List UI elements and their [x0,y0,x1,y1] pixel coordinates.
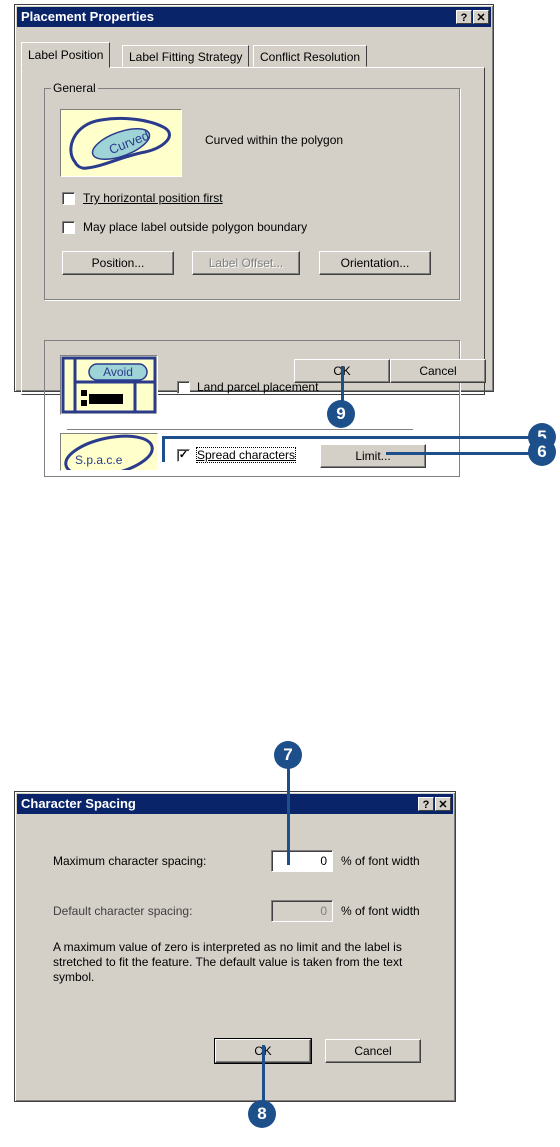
curved-description: Curved within the polygon [205,133,344,147]
character-spacing-window: Character Spacing ? ✕ Maximum character … [14,791,456,1102]
default-spacing-label: Default character spacing: [53,904,193,918]
close-button[interactable]: ✕ [473,10,489,24]
land-parcel-checkbox[interactable] [177,381,190,394]
spacing-close-button[interactable]: ✕ [435,797,451,811]
tab-label-fitting-strategy[interactable]: Label Fitting Strategy [122,45,250,67]
callout-8: 8 [248,1100,276,1128]
max-spacing-input[interactable]: 0 [271,850,333,872]
callout-7: 7 [274,741,302,769]
callout-6: 6 [528,438,556,466]
default-spacing-input[interactable]: 0 [271,900,333,922]
spacing-help-button[interactable]: ? [418,797,434,811]
default-spacing-unit: % of font width [341,904,420,918]
spread-characters-label[interactable]: Spread characters [195,447,297,463]
callout-5-line-v [162,436,165,462]
spacing-cancel-button[interactable]: Cancel [325,1039,421,1063]
cancel-button[interactable]: Cancel [390,359,486,383]
tab-conflict-resolution[interactable]: Conflict Resolution [253,45,368,67]
space-preview-image: S.p.a.c.e [60,433,158,471]
tab-panel: General Curved Curved within the polygon… [21,67,485,477]
placement-properties-window: Placement Properties ? ✕ Label Position … [14,4,494,477]
spread-characters-checkbox[interactable]: ✓ [177,449,190,462]
max-spacing-label: Maximum character spacing: [53,854,207,868]
tab-label-position[interactable]: Label Position [21,42,111,68]
general-legend: General [51,81,98,95]
callout-5-line-h [162,436,532,439]
space-word: S.p.a.c.e [75,453,123,467]
curved-preview-image: Curved [60,109,182,177]
position-button[interactable]: Position... [62,251,174,275]
may-place-outside-label[interactable]: May place label outside polygon boundary [83,220,307,234]
spread-characters-icon: S.p.a.c.e [64,434,154,470]
spacing-window-title: Character Spacing [21,796,136,811]
try-horizontal-label[interactable]: Try horizontal position first [83,191,223,205]
spacing-title-bar[interactable]: Character Spacing ? ✕ [17,794,453,814]
group-separator [67,429,413,431]
avoid-preview-image: Avoid [60,355,158,415]
window-title: Placement Properties [21,9,154,24]
callout-9: 9 [327,400,355,428]
curved-polygon-icon: Curved [69,116,171,170]
max-spacing-unit: % of font width [341,854,420,868]
try-horizontal-checkbox[interactable] [62,192,75,205]
spacing-note: A maximum value of zero is interpreted a… [53,940,403,984]
label-offset-button[interactable]: Label Offset... [192,251,300,275]
general-group: General Curved Curved within the polygon… [44,81,460,300]
callout-8-line [262,1045,265,1105]
limit-button[interactable]: Limit... [320,444,426,468]
help-button[interactable]: ? [456,10,472,24]
may-place-outside-checkbox[interactable] [62,221,75,234]
title-bar[interactable]: Placement Properties ? ✕ [17,7,491,27]
parcel-avoid-icon: Avoid [61,356,157,414]
callout-7-line [287,755,290,865]
avoid-word: Avoid [103,365,133,379]
orientation-button[interactable]: Orientation... [319,251,431,275]
callout-6-line-h [386,452,532,455]
